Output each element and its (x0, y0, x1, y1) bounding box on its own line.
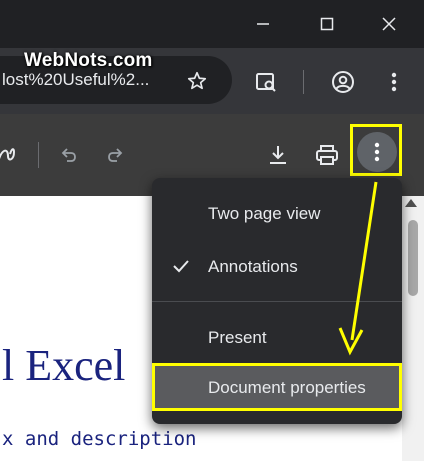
maximize-button[interactable] (304, 0, 350, 48)
toolbar-divider (303, 70, 304, 94)
print-icon (316, 145, 338, 165)
annotation-arrow-icon (338, 181, 378, 356)
draw-icon (0, 148, 16, 161)
more-button-highlight-box (350, 124, 402, 176)
print-button[interactable] (313, 142, 341, 168)
menu-item-label: Two page view (208, 204, 321, 223)
maximize-icon (320, 17, 334, 31)
kebab-icon (391, 72, 397, 92)
minimize-icon (257, 23, 269, 25)
redo-icon (108, 148, 123, 162)
browser-menu-button[interactable] (380, 68, 408, 96)
document-heading: l Excel (2, 341, 126, 390)
draw-button[interactable] (0, 140, 22, 168)
close-window-button[interactable] (366, 0, 412, 48)
redo-button[interactable] (104, 144, 126, 166)
reading-mode-button[interactable] (252, 68, 280, 96)
bookmark-star-button[interactable] (184, 68, 210, 94)
minimize-button[interactable] (240, 0, 286, 48)
title-bar (0, 0, 424, 48)
watermark-logo: WebNots.com (24, 50, 153, 71)
checkmark-icon (173, 260, 189, 273)
menu-item-label: Document properties (208, 378, 366, 397)
document-subheading: x and description (2, 428, 197, 450)
url-text[interactable]: lost%20Useful%2... (2, 70, 172, 90)
download-icon (270, 146, 286, 164)
profile-icon (332, 71, 354, 93)
profile-button[interactable] (329, 68, 357, 96)
scroll-up-arrow-icon[interactable] (405, 199, 417, 207)
scrollbar-thumb[interactable] (408, 220, 418, 296)
star-icon (187, 71, 207, 90)
menu-item-document-properties[interactable]: Document properties (152, 363, 402, 411)
close-icon (382, 17, 396, 31)
menu-item-label: Annotations (208, 257, 298, 276)
menu-item-label: Present (208, 328, 267, 347)
page-search-icon (256, 73, 276, 92)
undo-button[interactable] (58, 144, 80, 166)
download-button[interactable] (265, 142, 291, 168)
toolbar-divider (38, 142, 39, 168)
undo-icon (61, 148, 76, 162)
